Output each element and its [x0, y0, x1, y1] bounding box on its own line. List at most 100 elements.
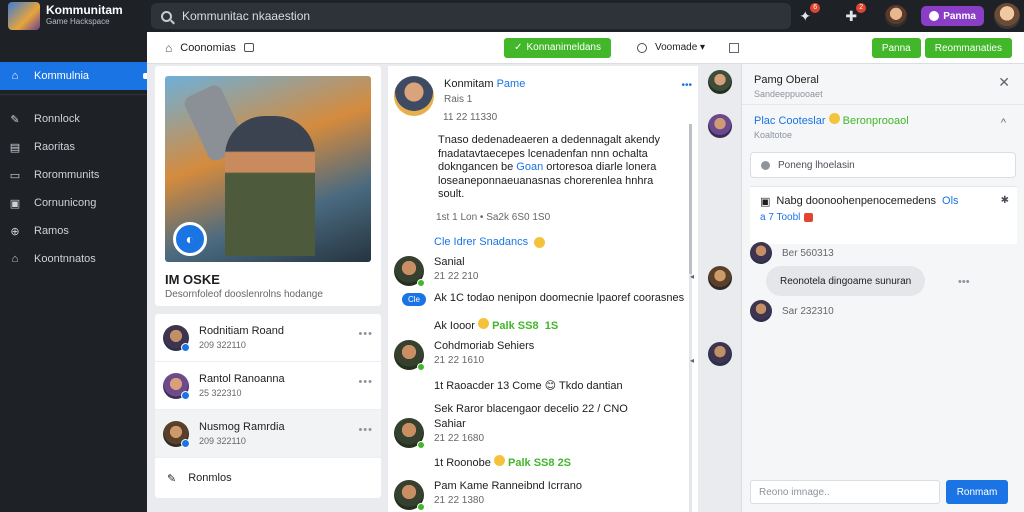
post-author[interactable]: Konmitam Pame — [444, 78, 525, 90]
reaction-like[interactable]: Palk — [492, 320, 515, 332]
online-indicator — [181, 342, 190, 352]
avatar[interactable] — [708, 266, 732, 290]
reply-badge[interactable]: Cle — [402, 293, 426, 306]
comment-author[interactable]: Pam Kame Ranneibnd Icrrano — [434, 480, 582, 492]
post-stats: 1st 1 Lon • Sa2k 6S0 1S0 — [436, 212, 551, 223]
chevron-up-icon[interactable]: ^ — [1001, 117, 1006, 129]
list-item[interactable]: Nusmog Ramrdia 209 322110 ••• — [155, 410, 381, 458]
avatar[interactable] — [708, 342, 732, 366]
online-indicator — [181, 438, 190, 448]
sidebar-item-home[interactable]: ⌂ Kommulnia — [0, 62, 147, 90]
notifications-button[interactable]: ✦ 6 — [795, 3, 821, 26]
chat-group-title: Plac Cooteslar Beronprooaol — [754, 113, 1012, 127]
scroll-mark-icon: ◂ — [690, 356, 695, 365]
wrench-icon: ✎ — [167, 472, 177, 485]
message-input[interactable] — [750, 480, 940, 504]
message-time: Sar 232310 — [782, 305, 834, 317]
check-icon: ✓ — [514, 42, 523, 53]
sidebar-item-tools[interactable]: ✎ Ronnlock — [0, 105, 147, 133]
sidebar-item-label: Koontnnatos — [34, 253, 96, 265]
green-action-button[interactable]: ✓ Konnanimeldans — [504, 37, 611, 58]
alerts-button[interactable]: ✚ 2 — [841, 3, 867, 26]
comment: Sanial 21 22 210 — [394, 256, 479, 287]
post-body-text: dokngancen be — [438, 161, 514, 173]
sidebar-item-contacts[interactable]: ⌂ Koontnnatos — [0, 245, 147, 273]
chat-search-input[interactable] — [778, 159, 998, 171]
avatar[interactable] — [708, 70, 732, 94]
more-options-icon[interactable]: ••• — [358, 328, 373, 340]
reaction-count: SS8 1S — [517, 320, 559, 332]
chat-search[interactable] — [750, 152, 1016, 178]
avatar[interactable] — [394, 480, 425, 511]
online-indicator — [417, 503, 425, 511]
emoji-icon — [828, 113, 840, 124]
premium-icon — [929, 11, 940, 21]
global-search[interactable] — [151, 3, 791, 29]
sidebar-item-label: Ramos — [34, 225, 69, 237]
list-item[interactable]: Rodnitiam Roand 209 322110 ••• — [155, 314, 381, 362]
chat-group[interactable]: Plac Cooteslar Beronprooaol Koaltotoe ^ — [742, 104, 1024, 146]
post-body-link[interactable]: Goan — [516, 161, 543, 173]
window-icon[interactable] — [243, 43, 254, 52]
friends-footer[interactable]: ✎ Ronmlos — [155, 458, 381, 498]
friend-meta: 209 322110 — [199, 436, 246, 446]
recommendations-button[interactable]: Reommanaties — [924, 38, 1012, 58]
pin-icon[interactable]: ✱ — [1001, 195, 1009, 206]
list-item[interactable]: Rantol Ranoanna 25 322310 ••• — [155, 362, 381, 410]
post-body-text: ortoresoa diarle lonera — [546, 161, 657, 173]
sidebar-item-communities[interactable]: ▭ Rorommunits — [0, 161, 147, 189]
sidebar-item-reports[interactable]: ▤ Raoritas — [0, 133, 147, 161]
post-more-icon[interactable]: ••• — [681, 80, 692, 91]
view-dropdown[interactable]: Voomade ▾ — [655, 42, 705, 53]
premium-button[interactable]: Panma — [921, 6, 984, 26]
avatar[interactable] — [394, 418, 425, 449]
avatar[interactable] — [750, 242, 772, 264]
page-title: Coonomias — [180, 41, 236, 54]
post-body-line: dokngancen be Goan ortoresoa diarle lone… — [438, 161, 682, 175]
panel-button[interactable]: Panna — [871, 38, 921, 58]
reaction-like[interactable]: Palk — [508, 457, 531, 469]
chat-notice[interactable]: ▣ Nabg doonoohenpenocemedens Ols a 7 Too… — [750, 186, 1017, 244]
notice-tag: Ols — [942, 195, 959, 207]
chat-bubble-icon — [761, 160, 770, 170]
more-options-icon[interactable]: ••• — [358, 424, 373, 436]
avatar[interactable] — [708, 114, 732, 138]
comment-author[interactable]: Sanial — [434, 256, 479, 268]
comment-author[interactable]: Sahiar — [434, 418, 484, 430]
comment-time: 21 22 210 — [434, 271, 479, 282]
user-avatar[interactable] — [885, 5, 908, 27]
close-icon[interactable]: ✕ — [998, 74, 1010, 91]
chat-subtitle: Sandeeppuooaet — [754, 89, 823, 99]
plus-circle-icon: ⊕ — [10, 225, 20, 238]
sidebar-item-connections[interactable]: ▣ Cornunicong — [0, 189, 147, 217]
friends-list: Rodnitiam Roand 209 322110 ••• Rantol Ra… — [155, 314, 381, 498]
send-button[interactable]: Ronmam — [946, 480, 1008, 504]
divider — [0, 94, 147, 95]
avatar[interactable] — [394, 340, 425, 371]
brand[interactable]: Kommunitam Game Hackspace — [0, 0, 147, 32]
comment-author[interactable]: Cohdmoriab Sehiers — [434, 340, 534, 352]
search-icon[interactable] — [637, 42, 647, 53]
sidebar-item-games[interactable]: ⊕ Ramos — [0, 217, 147, 245]
chevron-down-icon: ▾ — [700, 42, 706, 53]
avatar[interactable] — [750, 300, 772, 322]
search-icon — [161, 10, 172, 22]
profile-hero-image[interactable]: ◐ — [165, 76, 371, 262]
avatar[interactable] — [394, 256, 425, 287]
feed-scrollbar-thumb[interactable] — [689, 124, 692, 274]
expand-icon[interactable] — [729, 42, 740, 53]
search-input[interactable] — [182, 9, 742, 23]
comment-time: 21 22 1610 — [434, 355, 485, 366]
friend-name: Nusmog Ramrdia — [199, 421, 285, 433]
more-options-icon[interactable]: ••• — [958, 276, 970, 288]
game-badge-icon[interactable]: ◐ — [173, 222, 207, 256]
home-icon[interactable]: ⌂ — [165, 41, 172, 55]
comment-time: 21 22 1380 — [434, 495, 485, 506]
chat-message: Sar 232310 — [750, 300, 834, 322]
more-options-icon[interactable]: ••• — [358, 376, 373, 388]
profile-avatar[interactable] — [994, 3, 1020, 29]
avatar[interactable] — [394, 76, 434, 116]
comments-link[interactable]: Cle Idrer Snadancs — [434, 236, 546, 248]
house-icon: ⌂ — [11, 253, 19, 265]
notification-badge: 6 — [810, 3, 821, 13]
